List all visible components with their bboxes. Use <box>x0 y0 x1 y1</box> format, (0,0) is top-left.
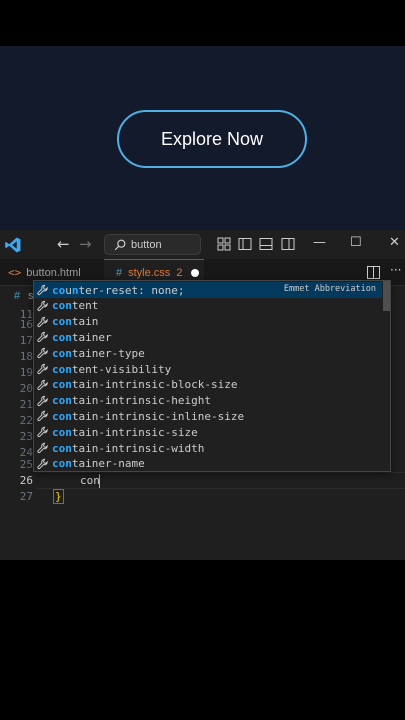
suggestion-item[interactable]: content-visibility <box>34 361 382 377</box>
wrench-icon <box>34 282 52 298</box>
wrench-icon <box>34 456 52 471</box>
wrench-icon <box>34 345 52 361</box>
suggestion-item[interactable]: container-type <box>34 345 382 361</box>
wrench-icon <box>34 298 52 314</box>
suggestion-label: content <box>52 299 99 313</box>
minimize-button[interactable]: — <box>313 235 326 250</box>
suggestion-label: counter-reset: none; <box>52 283 185 297</box>
suggestion-label: contain-intrinsic-size <box>52 425 198 439</box>
suggestion-label: container <box>52 330 112 344</box>
wrench-icon <box>34 329 52 345</box>
line-number: 18 <box>19 350 33 363</box>
suggestion-item[interactable]: contain-intrinsic-width <box>34 440 382 456</box>
command-center-search[interactable]: button <box>104 234 201 255</box>
line-number: 22 <box>19 414 33 427</box>
line-number: 16 <box>19 318 33 331</box>
suggestion-item[interactable]: contain-intrinsic-inline-size <box>34 408 382 424</box>
search-icon <box>114 239 126 251</box>
suggestion-label: contain-intrinsic-width <box>52 441 205 455</box>
suggestion-widget: counter-reset: none; Emmet Abbreviation co… <box>33 280 391 472</box>
title-bar: ← → button — ☐ ✕ <box>0 230 405 259</box>
line-number: 27 <box>19 490 33 503</box>
suggestion-label: container-type <box>52 346 145 360</box>
suggestion-item[interactable]: contain-intrinsic-size <box>34 424 382 440</box>
wrench-icon <box>34 361 52 377</box>
html-file-icon: <> <box>8 266 22 279</box>
problem-count-badge: 2 <box>176 267 183 279</box>
line-number: 21 <box>19 398 33 411</box>
wrench-icon <box>34 440 52 456</box>
back-arrow-icon[interactable]: ← <box>57 235 70 253</box>
line-number: 17 <box>19 334 33 347</box>
current-line-text[interactable]: con <box>80 474 100 487</box>
suggestion-item[interactable]: container <box>34 329 382 345</box>
css-file-icon: # <box>116 267 123 279</box>
closing-brace: } <box>53 489 64 504</box>
line-number-current: 26 <box>19 474 33 487</box>
suggestion-label: contain-intrinsic-height <box>52 394 211 408</box>
maximize-button[interactable]: ☐ <box>350 235 362 250</box>
line-number: 19 <box>19 366 33 379</box>
search-text: button <box>131 238 162 251</box>
line-number: 25 <box>19 458 33 471</box>
forward-arrow-icon[interactable]: → <box>79 235 92 253</box>
line-number: 20 <box>19 382 33 395</box>
wrench-icon <box>34 393 52 409</box>
wrench-icon <box>34 408 52 424</box>
toggle-panel-icon[interactable] <box>259 237 273 251</box>
suggestion-detail: Emmet Abbreviation <box>283 284 376 294</box>
toggle-secondary-sidebar-icon[interactable] <box>281 237 295 251</box>
wrench-icon <box>34 377 52 393</box>
text-cursor <box>99 474 100 488</box>
explore-now-button[interactable]: Explore Now <box>117 110 307 168</box>
suggestion-item[interactable]: container-name <box>34 456 382 471</box>
web-preview: Explore Now <box>0 46 405 230</box>
breadcrumb-css-icon: # <box>14 290 21 302</box>
suggestion-label: container-name <box>52 457 145 471</box>
close-button[interactable]: ✕ <box>389 235 400 250</box>
suggestion-item[interactable]: counter-reset: none; Emmet Abbreviation <box>34 282 382 298</box>
wrench-icon <box>34 314 52 330</box>
vscode-logo-icon <box>5 237 21 253</box>
suggestion-scrollbar[interactable] <box>383 281 390 311</box>
suggestion-label: contain-intrinsic-inline-size <box>52 409 245 423</box>
toggle-primary-sidebar-icon[interactable] <box>238 237 252 251</box>
suggestion-label: contain-intrinsic-block-size <box>52 378 238 392</box>
more-actions-icon[interactable]: ··· <box>390 263 401 277</box>
suggestion-item[interactable]: contain-intrinsic-height <box>34 393 382 409</box>
unsaved-dot-icon[interactable] <box>191 269 200 277</box>
suggestion-item[interactable]: contain <box>34 314 382 330</box>
suggestion-item[interactable]: content <box>34 298 382 314</box>
suggestion-label: contain <box>52 315 99 329</box>
line-number: 23 <box>19 430 33 443</box>
tab-label: button.html <box>26 266 81 279</box>
tab-label: style.css <box>128 267 171 279</box>
bottom-blank-area <box>0 560 405 720</box>
suggestion-label: content-visibility <box>52 362 172 376</box>
split-editor-icon[interactable] <box>367 266 380 279</box>
suggestion-item[interactable]: contain-intrinsic-block-size <box>34 377 382 393</box>
customize-layout-icon[interactable] <box>217 237 231 251</box>
wrench-icon <box>34 424 52 440</box>
